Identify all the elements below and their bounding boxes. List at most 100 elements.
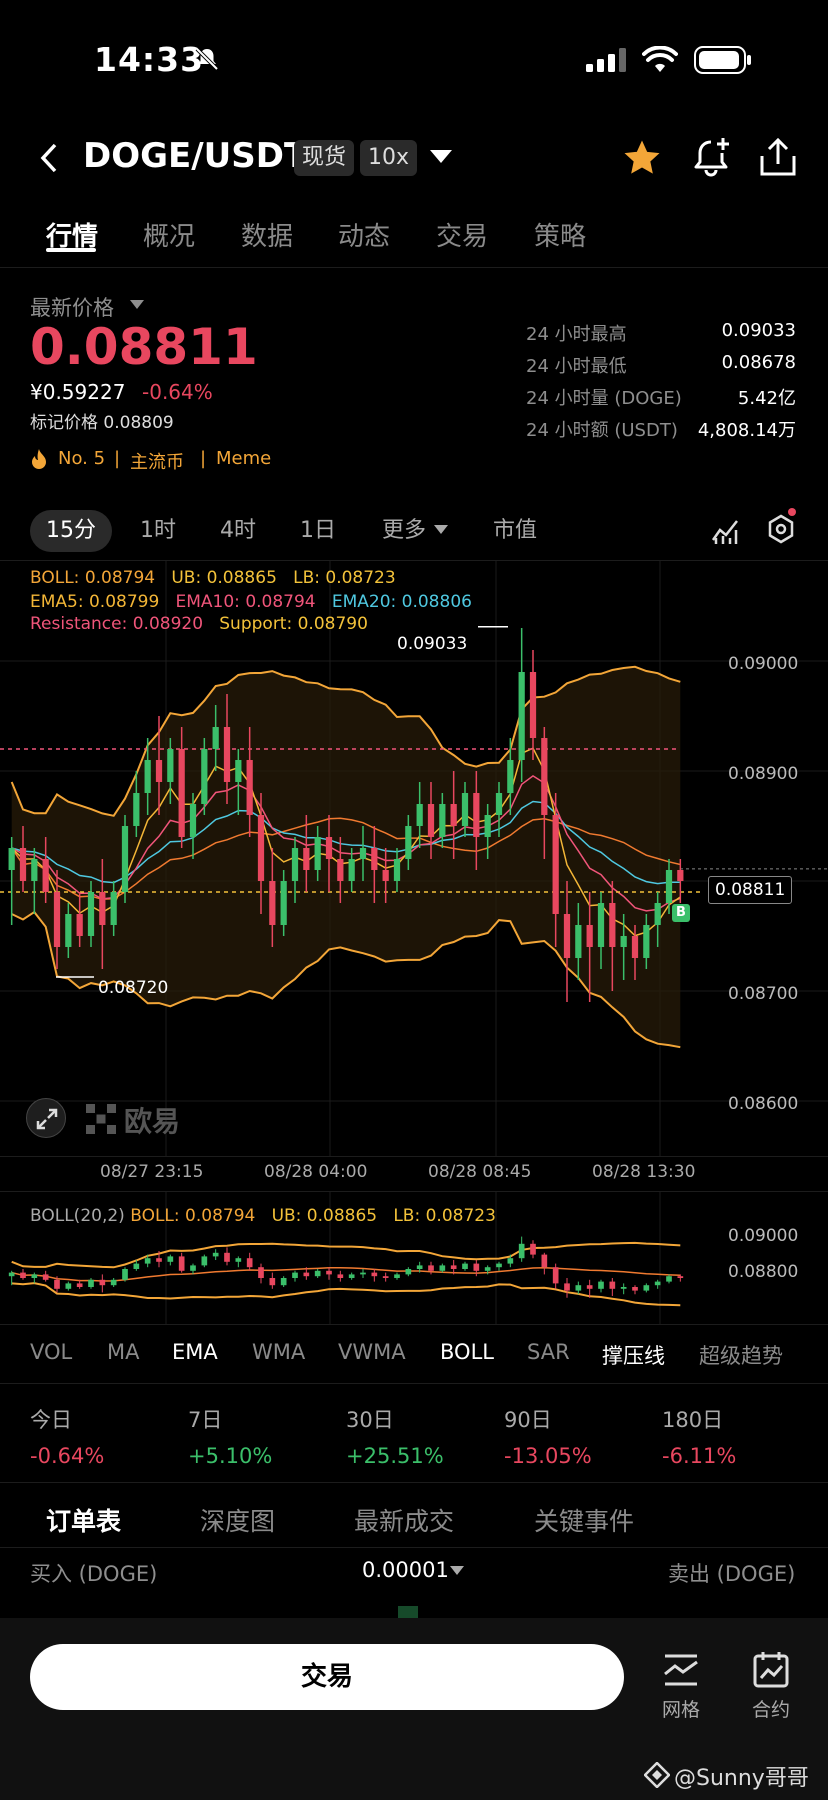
legend-lb: LB: 0.08723 bbox=[293, 568, 396, 588]
sub-candle-body bbox=[8, 1272, 15, 1277]
candle-body bbox=[609, 903, 616, 947]
indicator-supertrend[interactable]: 超级趋势 bbox=[699, 1340, 783, 1370]
legend-ub: UB: 0.08865 bbox=[171, 568, 277, 588]
candle-body bbox=[53, 892, 61, 947]
more-dropdown-icon[interactable] bbox=[434, 525, 448, 535]
fullscreen-button[interactable] bbox=[26, 1098, 66, 1138]
tag-meme[interactable]: Meme bbox=[216, 448, 271, 469]
back-icon[interactable] bbox=[38, 142, 60, 174]
sub-candle-body bbox=[439, 1265, 446, 1271]
top-tabs: 行情 概况 数据 动态 交易 策略 bbox=[0, 208, 828, 268]
candle-body bbox=[586, 925, 593, 947]
indicator-vwma[interactable]: VWMA bbox=[338, 1340, 406, 1364]
candle-body bbox=[269, 881, 276, 925]
candle-body bbox=[461, 793, 469, 826]
tab-trade[interactable]: 交易 bbox=[436, 216, 488, 253]
perf-180d: 180日 -6.11% bbox=[662, 1408, 737, 1468]
chart-indicator-icon[interactable] bbox=[710, 516, 740, 546]
candle-body bbox=[167, 749, 174, 782]
sub-candle-body bbox=[303, 1272, 310, 1277]
candle-body bbox=[677, 870, 684, 881]
sub-candle-body bbox=[235, 1258, 242, 1262]
tab-recent-trades[interactable]: 最新成交 bbox=[354, 1502, 454, 1538]
cellular-signal-icon bbox=[586, 48, 626, 72]
candle-body bbox=[427, 804, 435, 837]
y-tick: 0.08700 bbox=[728, 984, 799, 1004]
candle-body bbox=[223, 727, 231, 782]
precision-dropdown-icon[interactable] bbox=[450, 1566, 464, 1576]
timeframe-1d[interactable]: 1日 bbox=[300, 510, 336, 552]
tag-mainstream[interactable]: 主流币 bbox=[130, 448, 184, 474]
contract-button[interactable]: 合约 bbox=[736, 1650, 806, 1722]
active-tab-indicator bbox=[46, 248, 96, 252]
candle-body bbox=[76, 914, 83, 936]
tab-key-events[interactable]: 关键事件 bbox=[534, 1502, 634, 1538]
buy-column-label: 买入 (DOGE) bbox=[30, 1562, 158, 1586]
sub-candle-body bbox=[133, 1263, 140, 1269]
pair-title[interactable]: DOGE/USDT bbox=[83, 136, 307, 176]
sub-candle-body bbox=[348, 1274, 355, 1278]
tab-depth[interactable]: 深度图 bbox=[200, 1502, 275, 1538]
candle-body bbox=[42, 859, 49, 892]
sub-candle-body bbox=[178, 1256, 185, 1271]
price-change: -0.64% bbox=[142, 380, 213, 404]
timeframe-15m[interactable]: 15分 bbox=[30, 510, 112, 552]
sub-candle-body bbox=[20, 1272, 26, 1278]
candle-body bbox=[450, 804, 457, 826]
timeframe-more[interactable]: 更多 bbox=[382, 510, 426, 552]
share-icon[interactable] bbox=[758, 136, 798, 178]
price-cny: ¥0.59227 bbox=[30, 380, 126, 404]
candle-body bbox=[620, 936, 627, 947]
sub-candle-body bbox=[326, 1270, 332, 1275]
indicator-sar[interactable]: SAR bbox=[527, 1340, 570, 1364]
indicator-vol[interactable]: VOL bbox=[30, 1340, 72, 1364]
tab-orderbook[interactable]: 订单表 bbox=[46, 1502, 121, 1538]
indicator-wma[interactable]: WMA bbox=[252, 1340, 305, 1364]
boll-legend: BOLL: 0.08794 UB: 0.08865 LB: 0.08723 bbox=[30, 568, 396, 588]
candle-body bbox=[529, 672, 537, 738]
indicator-boll[interactable]: BOLL bbox=[440, 1340, 494, 1364]
candle-body bbox=[189, 804, 197, 837]
grid-trading-button[interactable]: 网格 bbox=[646, 1650, 716, 1722]
indicator-support-resistance[interactable]: 撑压线 bbox=[602, 1340, 665, 1370]
indicator-ma[interactable]: MA bbox=[107, 1340, 139, 1364]
rank-badge[interactable]: No. 5 bbox=[58, 448, 105, 469]
candle-body bbox=[484, 815, 491, 837]
status-bar: 14:33 bbox=[0, 0, 828, 120]
tab-data[interactable]: 数据 bbox=[241, 216, 293, 253]
chart-settings-icon[interactable] bbox=[764, 506, 798, 546]
candle-body bbox=[631, 936, 639, 958]
sub-candle-body bbox=[42, 1274, 49, 1280]
timeframe-market-cap[interactable]: 市值 bbox=[493, 510, 537, 552]
timeframe-4h[interactable]: 4时 bbox=[220, 510, 256, 552]
mark-price: 标记价格 0.08809 bbox=[30, 413, 174, 433]
sub-candle-body bbox=[88, 1279, 94, 1287]
price-alert-icon[interactable] bbox=[692, 136, 732, 178]
perf-7d: 7日 +5.10% bbox=[188, 1408, 273, 1468]
candle-body bbox=[19, 848, 27, 881]
y-tick: 0.08900 bbox=[728, 764, 799, 784]
sub-boll-mid-line bbox=[11, 1266, 681, 1282]
okx-logo-icon bbox=[86, 1104, 116, 1134]
contract-icon bbox=[753, 1652, 789, 1688]
leverage-chip[interactable]: 10x bbox=[360, 140, 418, 176]
price-type-dropdown-icon[interactable] bbox=[130, 300, 144, 310]
sub-candle-body bbox=[258, 1267, 264, 1278]
sub-candle-body bbox=[462, 1263, 468, 1269]
legend-ema20: EMA20: 0.08806 bbox=[331, 592, 472, 612]
candle-body bbox=[665, 870, 673, 903]
tab-strategy[interactable]: 策略 bbox=[534, 216, 586, 253]
favorite-star-icon[interactable] bbox=[622, 138, 662, 178]
current-price-tag[interactable]: 0.08811 bbox=[708, 876, 793, 904]
buy-marker[interactable]: B bbox=[672, 904, 690, 922]
indicator-ema[interactable]: EMA bbox=[172, 1340, 218, 1364]
grid-label: 网格 bbox=[661, 1699, 700, 1721]
precision-select[interactable]: 0.00001 bbox=[362, 1558, 449, 1582]
grid-icon bbox=[664, 1654, 698, 1686]
tab-overview[interactable]: 概况 bbox=[143, 216, 195, 253]
user-watermark: @Sunny哥哥 bbox=[674, 1766, 809, 1791]
pair-dropdown-icon[interactable] bbox=[430, 150, 452, 164]
trade-button[interactable]: 交易 bbox=[30, 1644, 624, 1710]
tab-feed[interactable]: 动态 bbox=[338, 216, 390, 253]
timeframe-1h[interactable]: 1时 bbox=[140, 510, 176, 552]
